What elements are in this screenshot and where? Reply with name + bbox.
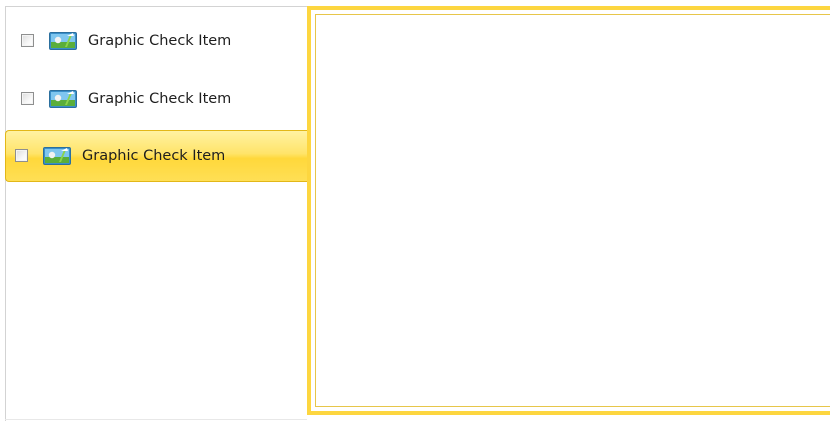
content-area[interactable] — [315, 14, 830, 407]
picture-icon — [43, 147, 71, 165]
checkbox[interactable] — [15, 149, 28, 162]
list-item-graphic-check-3[interactable]: Graphic Check Item — [5, 130, 310, 182]
content-panel — [307, 6, 830, 415]
checkbox[interactable] — [21, 92, 34, 105]
item-list-pane: Graphic Check Item Graphic Check Item — [5, 6, 307, 421]
list-item-label: Graphic Check Item — [88, 33, 232, 49]
list-item-graphic-check-1[interactable]: Graphic Check Item — [6, 16, 308, 66]
tab-control: Graphic Check Item Graphic Check Item Gr… — [0, 0, 830, 421]
picture-icon — [49, 32, 77, 50]
picture-icon — [49, 90, 77, 108]
list-item-label: Graphic Check Item — [82, 148, 226, 164]
divider — [5, 419, 307, 420]
list-item-graphic-check-2[interactable]: Graphic Check Item — [6, 74, 308, 124]
list-item-label: Graphic Check Item — [88, 91, 232, 107]
checkbox[interactable] — [21, 34, 34, 47]
